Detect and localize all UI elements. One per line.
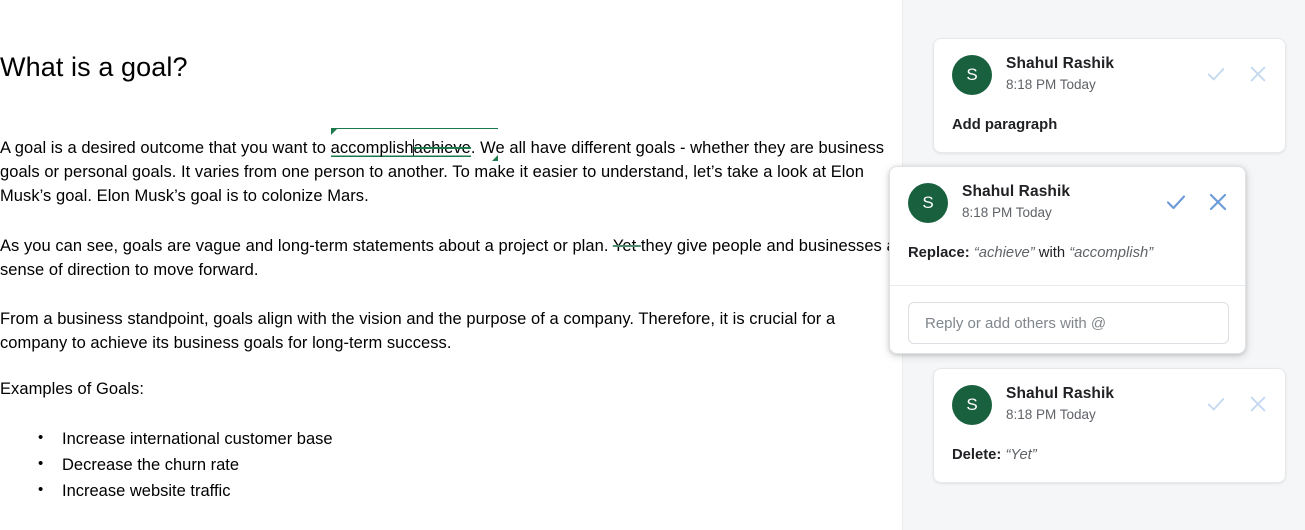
avatar: S xyxy=(908,183,948,223)
card-actions xyxy=(1203,391,1271,417)
suggestion-deleted-text: achieve xyxy=(413,139,471,157)
close-icon xyxy=(1247,63,1269,85)
page-title: What is a goal? xyxy=(0,52,188,82)
suggestion-replacement-word: “accomplish” xyxy=(1069,245,1154,261)
paragraph-2-text-before: As you can see, goals are vague and long… xyxy=(0,236,613,255)
document-paragraph-4[interactable]: Examples of Goals: xyxy=(0,355,902,401)
list-item[interactable]: Decrease the churn rate xyxy=(0,451,902,478)
suggestion-conjunction: with xyxy=(1038,245,1066,261)
close-icon xyxy=(1247,393,1269,415)
document-page[interactable]: What is a goal? A goal is a desired outc… xyxy=(0,0,902,504)
reject-suggestion-button[interactable] xyxy=(1205,189,1231,215)
card-header: S Shahul Rashik 8:18 PM Today xyxy=(934,369,1285,433)
card-header: S Shahul Rashik 8:18 PM Today xyxy=(934,39,1285,103)
comment-author: Shahul Rashik xyxy=(1006,385,1115,402)
reply-input[interactable] xyxy=(923,313,1214,333)
suggestion-action-label: Delete: xyxy=(952,447,1002,463)
card-actions xyxy=(1203,61,1271,87)
close-icon xyxy=(1206,190,1230,214)
reply-box[interactable] xyxy=(908,302,1229,344)
comment-timestamp: 8:18 PM Today xyxy=(962,205,1052,220)
accept-suggestion-button[interactable] xyxy=(1203,61,1229,87)
accept-suggestion-button[interactable] xyxy=(1163,189,1189,215)
paragraph-1-text-before: A goal is a desired outcome that you wan… xyxy=(0,139,331,157)
suggestion-card-replace[interactable]: S Shahul Rashik 8:18 PM Today Replace: “… xyxy=(889,166,1246,354)
comment-timestamp: 8:18 PM Today xyxy=(1006,407,1096,422)
reject-suggestion-button[interactable] xyxy=(1245,391,1271,417)
suggestion-original-word: “achieve” xyxy=(973,245,1035,261)
document-canvas[interactable]: What is a goal? A goal is a desired outc… xyxy=(0,0,902,530)
comment-timestamp: 8:18 PM Today xyxy=(1006,77,1096,92)
comment-author: Shahul Rashik xyxy=(962,183,1071,200)
document-paragraph-2[interactable]: As you can see, goals are vague and long… xyxy=(0,209,902,282)
comments-sidebar: S Shahul Rashik 8:18 PM Today Add paragr… xyxy=(889,0,1305,530)
card-body: Add paragraph xyxy=(934,103,1285,135)
card-header: S Shahul Rashik 8:18 PM Today xyxy=(890,167,1245,231)
accept-suggestion-button[interactable] xyxy=(1203,391,1229,417)
card-actions xyxy=(1163,189,1231,215)
suggestion-deleted-word: “Yet” xyxy=(1005,447,1037,463)
check-icon xyxy=(1205,393,1227,415)
document-paragraph-1[interactable]: A goal is a desired outcome that you wan… xyxy=(0,83,902,209)
card-divider xyxy=(890,285,1245,286)
comment-author: Shahul Rashik xyxy=(1006,55,1115,72)
list-item[interactable]: Increase international customer base xyxy=(0,425,902,452)
goals-bullet-list[interactable]: Increase international customer base Dec… xyxy=(0,402,902,504)
avatar: S xyxy=(952,55,992,95)
document-paragraph-3[interactable]: From a business standpoint, goals align … xyxy=(0,282,902,355)
card-body: Delete: “Yet” xyxy=(934,433,1285,465)
suggestion-deleted-yet[interactable]: Yet xyxy=(613,237,641,255)
suggestion-highlight-replace[interactable]: accomplishachieve xyxy=(330,128,498,161)
suggestion-action-label: Add paragraph xyxy=(952,117,1058,133)
suggestion-card-add-paragraph[interactable]: S Shahul Rashik 8:18 PM Today Add paragr… xyxy=(933,38,1286,153)
suggestion-card-delete[interactable]: S Shahul Rashik 8:18 PM Today Delete: “Y… xyxy=(933,368,1286,483)
suggestion-inserted-text: accomplish xyxy=(330,139,414,157)
check-icon xyxy=(1164,190,1188,214)
reject-suggestion-button[interactable] xyxy=(1245,61,1271,87)
list-item[interactable]: Increase website traffic xyxy=(0,477,902,504)
card-body: Replace: “achieve” with “accomplish” xyxy=(890,231,1245,263)
check-icon xyxy=(1205,63,1227,85)
avatar: S xyxy=(952,385,992,425)
suggestion-action-label: Replace: xyxy=(908,245,970,261)
